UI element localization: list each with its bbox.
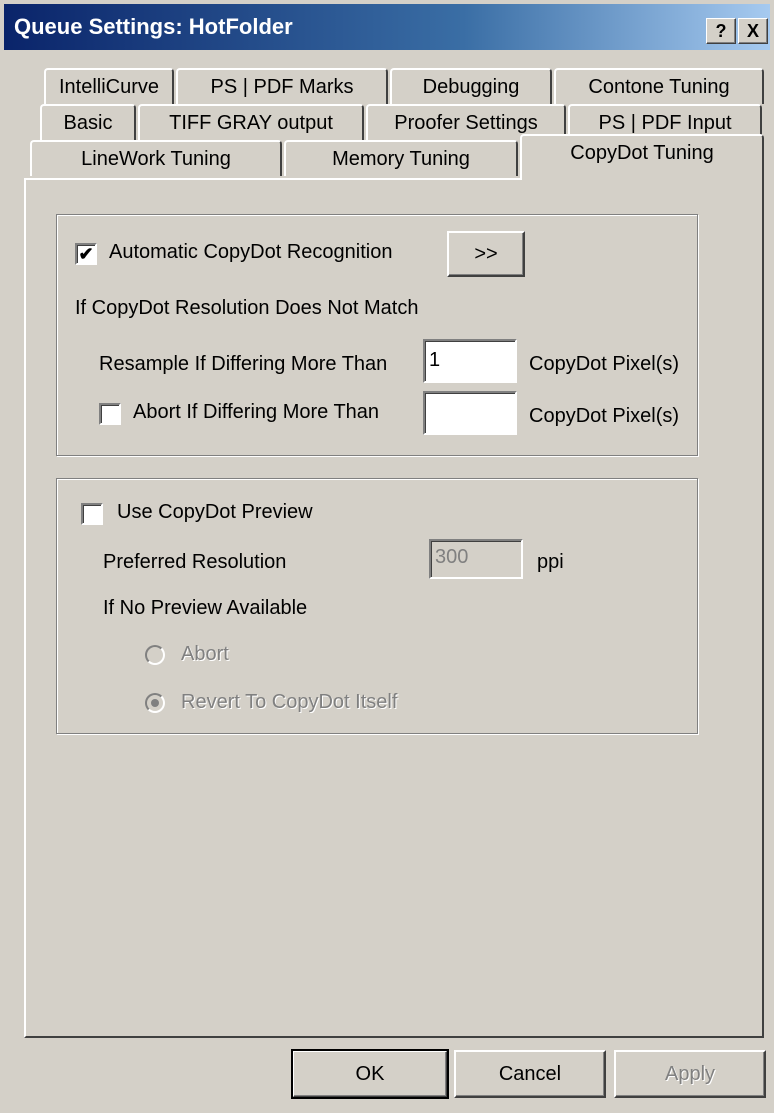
preferred-resolution-label: Preferred Resolution — [103, 551, 287, 573]
tab-debugging[interactable]: Debugging — [390, 68, 552, 104]
ok-button[interactable]: OK — [291, 1049, 449, 1099]
title-bar[interactable]: Queue Settings: HotFolder ? X — [4, 4, 770, 50]
preferred-resolution-input[interactable]: 300 — [429, 539, 523, 579]
abort-label: Abort If Differing More Than — [133, 401, 380, 423]
tab-tiff-gray-output[interactable]: TIFF GRAY output — [138, 104, 364, 140]
use-preview-label: Use CopyDot Preview — [117, 501, 313, 523]
auto-recognition-checkbox[interactable]: ✔ — [75, 243, 97, 265]
tab-ps-pdf-marks[interactable]: PS | PDF Marks — [176, 68, 388, 104]
tab-intellicurve[interactable]: IntelliCurve — [44, 68, 174, 104]
radio-abort[interactable] — [145, 645, 165, 665]
preview-group: Use CopyDot Preview Preferred Resolution… — [56, 478, 698, 734]
resample-label: Resample If Differing More Than — [99, 353, 388, 375]
help-button[interactable]: ? — [706, 18, 736, 44]
window-title: Queue Settings: HotFolder — [14, 14, 293, 39]
use-preview-checkbox[interactable] — [81, 503, 103, 525]
resolution-unit-label: ppi — [537, 551, 564, 573]
radio-selected-dot — [151, 699, 159, 707]
cancel-button[interactable]: Cancel — [454, 1050, 606, 1098]
tab-memory-tuning[interactable]: Memory Tuning — [284, 140, 518, 176]
tab-basic[interactable]: Basic — [40, 104, 136, 140]
auto-recognition-label: Automatic CopyDot Recognition — [109, 241, 393, 263]
abort-input[interactable] — [423, 391, 517, 435]
radio-abort-label: Abort — [181, 643, 229, 665]
recognition-group: ✔ Automatic CopyDot Recognition >> If Co… — [56, 214, 698, 456]
checkmark-icon: ✔ — [78, 244, 94, 264]
tab-copydot-tuning[interactable]: CopyDot Tuning — [520, 134, 764, 180]
apply-button[interactable]: Apply — [614, 1050, 766, 1098]
abort-unit-label: CopyDot Pixel(s) — [529, 405, 680, 427]
mismatch-label: If CopyDot Resolution Does Not Match — [75, 297, 419, 319]
resample-unit-label: CopyDot Pixel(s) — [529, 353, 680, 375]
more-options-button[interactable]: >> — [447, 231, 525, 277]
abort-checkbox[interactable] — [99, 403, 121, 425]
close-button[interactable]: X — [738, 18, 768, 44]
tab-panel-copydot-tuning: ✔ Automatic CopyDot Recognition >> If Co… — [24, 178, 764, 1038]
no-preview-label: If No Preview Available — [103, 597, 308, 619]
tab-linework-tuning[interactable]: LineWork Tuning — [30, 140, 282, 176]
resample-input[interactable]: 1 — [423, 339, 517, 383]
radio-revert-label: Revert To CopyDot Itself — [181, 691, 398, 713]
dialog-window: Queue Settings: HotFolder ? X IntelliCur… — [0, 0, 774, 1113]
radio-revert[interactable] — [145, 693, 165, 713]
tab-contone-tuning[interactable]: Contone Tuning — [554, 68, 764, 104]
